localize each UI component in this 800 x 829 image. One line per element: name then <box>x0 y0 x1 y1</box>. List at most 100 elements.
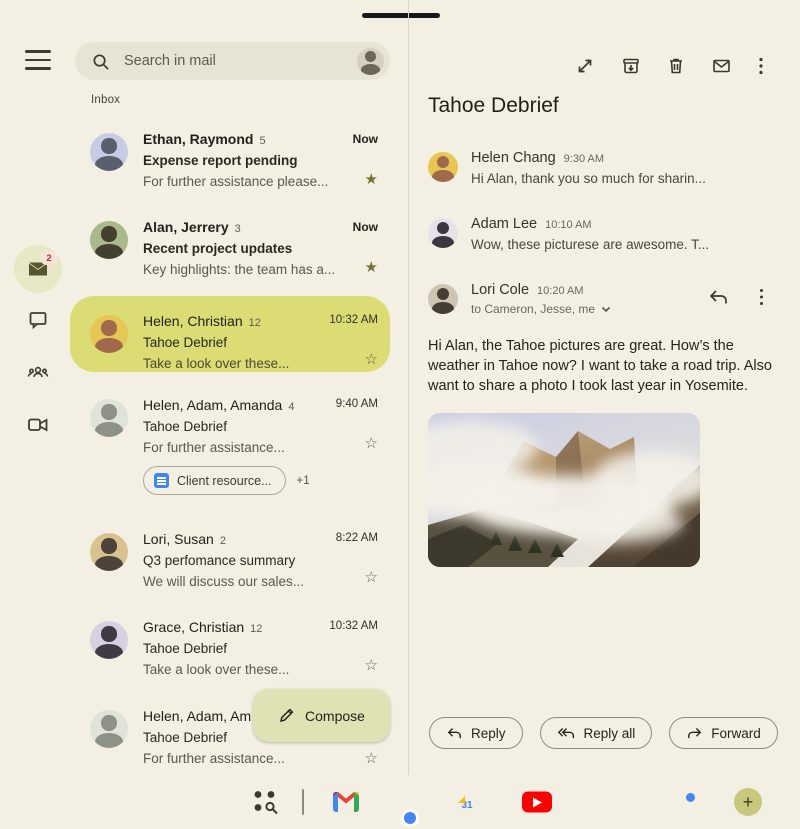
sidebar-item-spaces[interactable] <box>14 349 62 397</box>
star-icon[interactable] <box>353 170 378 188</box>
preview: Take a look over these... <box>143 356 290 371</box>
photo-attachment[interactable] <box>428 413 700 567</box>
reply-all-icon <box>557 727 574 738</box>
star-icon[interactable] <box>336 568 378 586</box>
message-count: 2 <box>219 535 226 547</box>
document-icon <box>154 473 169 488</box>
gmail-app-icon[interactable] <box>333 792 359 812</box>
forward-icon <box>688 727 702 738</box>
avatar <box>90 315 128 353</box>
compose-label: Compose <box>305 707 365 724</box>
avatar <box>90 399 128 437</box>
sender-names: Lori, Susan <box>143 531 214 547</box>
avatar <box>90 133 128 171</box>
preview: For further assistance... <box>143 440 285 455</box>
sidebar-item-meet[interactable] <box>14 401 62 449</box>
chevron-down-icon[interactable] <box>601 306 611 313</box>
thread-title: Tahoe Debrief <box>428 94 559 117</box>
list-item[interactable]: Lori, Susan 2 Q3 perfomance summary We wi… <box>70 531 390 597</box>
sidebar-item-mail[interactable]: 2 <box>14 245 62 293</box>
timestamp: 9:40 AM <box>335 398 378 410</box>
youtube-app-icon[interactable] <box>522 791 552 813</box>
mark-unread-icon[interactable] <box>711 56 732 76</box>
message-time: 9:30 AM <box>563 153 605 165</box>
thread-panel: Tahoe Debrief Helen Chang 9:30 AM Hi Alan… <box>408 0 800 775</box>
sidebar-item-chat[interactable] <box>14 296 62 344</box>
timestamp: Now <box>352 132 378 146</box>
sender-names: Alan, Jerrery <box>143 219 229 235</box>
preview: Take a look over these... <box>143 662 290 677</box>
account-avatar[interactable] <box>357 47 384 75</box>
reply-icon[interactable] <box>708 289 729 306</box>
star-icon[interactable] <box>365 749 378 767</box>
avatar <box>90 533 128 571</box>
star-icon[interactable] <box>329 350 378 368</box>
video-camera-icon <box>28 418 48 432</box>
sender-names: Ethan, Raymond <box>143 131 254 147</box>
message-sender: Lori Cole <box>471 282 530 298</box>
message-count: 3 <box>234 223 241 235</box>
list-item[interactable]: Helen, Adam, Amanda 4 Tahoe Debrief For f… <box>70 397 390 497</box>
taskbar-divider <box>302 789 304 815</box>
subject: Recent project updates <box>143 241 293 256</box>
compose-button[interactable]: Compose <box>253 689 390 742</box>
chat-icon <box>29 312 47 330</box>
delete-icon[interactable] <box>667 56 685 76</box>
attachment-extra-count: +1 <box>296 474 310 487</box>
star-icon[interactable] <box>336 434 378 452</box>
list-item-selected[interactable]: Helen, Christian 12 Tahoe Debrief Take a … <box>70 296 390 372</box>
menu-icon[interactable] <box>25 50 51 70</box>
star-icon[interactable] <box>353 258 378 276</box>
left-navigation-rail: 2 <box>0 0 70 770</box>
message-time: 10:10 AM <box>545 219 592 231</box>
reply-all-button[interactable]: Reply all <box>539 717 653 749</box>
attachment-name: Client resource... <box>177 473 272 488</box>
sender-names: Helen, Adam, Am <box>143 708 252 724</box>
search-bar[interactable]: Search in mail <box>75 42 390 80</box>
timestamp: 10:32 AM <box>329 314 378 326</box>
message-collapsed[interactable]: Helen Chang 9:30 AM Hi Alan, thank you so… <box>428 150 776 186</box>
sender-names: Helen, Adam, Amanda <box>143 397 283 413</box>
message-count: 12 <box>250 623 263 635</box>
list-item[interactable]: Ethan, Raymond 5 Expense report pending F… <box>70 131 390 197</box>
avatar <box>90 621 128 659</box>
message-more-icon[interactable] <box>759 288 764 306</box>
message-preview: Hi Alan, thank you so much for sharin... <box>471 171 706 186</box>
forward-button[interactable]: Forward <box>669 717 778 749</box>
avatar <box>428 284 458 314</box>
more-options-icon[interactable] <box>758 56 764 76</box>
list-item[interactable]: Alan, Jerrery 3 Recent project updates Ke… <box>70 219 390 285</box>
message-count: 5 <box>259 135 266 147</box>
app-search-button[interactable] <box>252 789 279 816</box>
search-placeholder: Search in mail <box>124 53 216 69</box>
sender-names: Grace, Christian <box>143 619 245 635</box>
message-recipients: to Cameron, Jesse, me <box>471 302 596 316</box>
search-icon <box>265 801 278 815</box>
sender-names: Helen, Christian <box>143 313 243 329</box>
search-icon <box>93 53 109 70</box>
avatar <box>90 221 128 259</box>
preview: For further assistance... <box>143 751 285 766</box>
message-collapsed[interactable]: Adam Lee 10:10 AM Wow, these picturese ar… <box>428 216 776 252</box>
list-item[interactable]: Grace, Christian 12 Tahoe Debrief Take a … <box>70 619 390 685</box>
avatar <box>428 152 458 182</box>
inbox-label: Inbox <box>91 94 121 106</box>
attachment-chip[interactable]: Client resource... <box>143 466 287 495</box>
subject: Q3 perfomance summary <box>143 553 296 568</box>
groups-icon <box>27 366 49 378</box>
subject: Tahoe Debrief <box>143 641 228 656</box>
preview: Key highlights: the team has a... <box>143 262 336 277</box>
message-sender: Helen Chang <box>471 150 556 166</box>
star-icon[interactable] <box>329 656 378 674</box>
pencil-icon <box>280 708 294 723</box>
expand-icon[interactable] <box>575 56 595 76</box>
subject: Tahoe Debrief <box>143 419 228 434</box>
message-time: 10:20 AM <box>537 285 584 297</box>
message-preview: Wow, these picturese are awesome. T... <box>471 237 710 252</box>
reply-button[interactable]: Reply <box>429 717 523 749</box>
message-sender: Adam Lee <box>471 216 538 232</box>
archive-icon[interactable] <box>621 56 641 76</box>
conversation-list-panel: Search in mail Inbox Ethan, Raymond 5 Exp… <box>70 0 400 775</box>
add-button[interactable] <box>734 788 762 816</box>
message-count: 4 <box>288 401 295 413</box>
